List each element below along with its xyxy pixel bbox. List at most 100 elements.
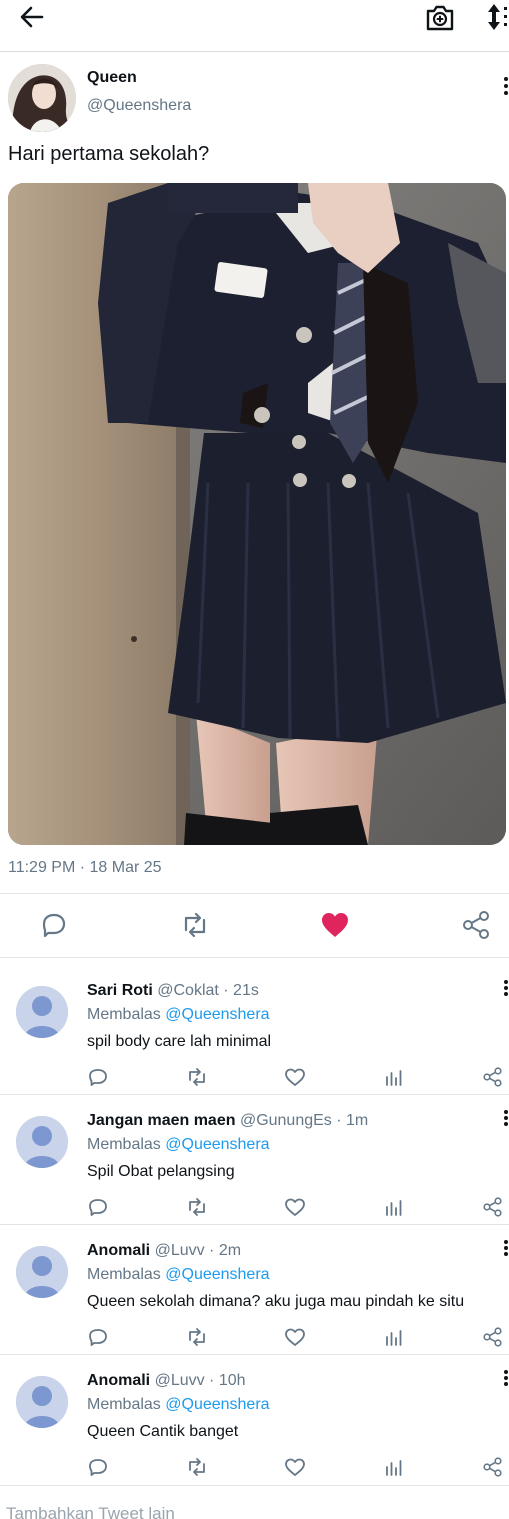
mention-link[interactable]: @Queenshera: [165, 1136, 269, 1153]
reply-retweet-button[interactable]: [185, 1456, 209, 1478]
share-icon: [483, 1327, 502, 1347]
heart-outline-icon: [285, 1198, 305, 1216]
reply-share-button[interactable]: [481, 1196, 505, 1218]
reply-header: Jangan maen maen @GunungEs · 1m: [87, 1112, 368, 1130]
default-avatar-icon: [16, 986, 68, 1038]
reply-author-name[interactable]: Sari Roti: [87, 982, 153, 999]
mention-link[interactable]: @Queenshera: [165, 1266, 269, 1283]
author-name[interactable]: Queen: [87, 69, 137, 87]
reply-more-button[interactable]: [503, 1240, 509, 1260]
replying-to: Membalas @Queenshera: [87, 1396, 270, 1414]
heart-filled-icon: [322, 913, 348, 937]
reply-item[interactable]: Anomali @Luvv · 10h Membalas @Queenshera…: [0, 1350, 509, 1480]
reply-analytics-button[interactable]: [382, 1196, 406, 1218]
reply-comment-button[interactable]: [86, 1066, 110, 1088]
reply-button[interactable]: [37, 908, 71, 942]
comment-icon: [89, 1459, 107, 1476]
reply-analytics-button[interactable]: [382, 1326, 406, 1348]
comment-icon: [89, 1329, 107, 1346]
reply-header: Anomali @Luvv · 10h: [87, 1372, 246, 1390]
like-button[interactable]: [318, 908, 352, 942]
reply-comment-button[interactable]: [86, 1196, 110, 1218]
replying-label: Membalas: [87, 1396, 166, 1413]
back-button[interactable]: [16, 2, 48, 32]
reply-item[interactable]: Sari Roti @Coklat · 21s Membalas @Queens…: [0, 960, 509, 1090]
top-bar: [0, 0, 509, 52]
arrow-left-icon: [20, 6, 44, 28]
divider: [0, 1485, 509, 1486]
comment-icon: [89, 1069, 107, 1086]
divider: [0, 893, 509, 894]
reply-share-button[interactable]: [481, 1456, 505, 1478]
reply-avatar[interactable]: [16, 1246, 68, 1298]
reply-like-button[interactable]: [283, 1456, 307, 1478]
replying-label: Membalas: [87, 1266, 166, 1283]
reply-header: Anomali @Luvv · 2m: [87, 1242, 241, 1260]
reply-avatar[interactable]: [16, 1116, 68, 1168]
share-button[interactable]: [459, 908, 493, 942]
comment-icon: [42, 913, 66, 938]
replying-label: Membalas: [87, 1136, 166, 1153]
retweet-icon: [184, 912, 206, 938]
reply-author-name[interactable]: Anomali: [87, 1372, 150, 1389]
comment-icon: [89, 1199, 107, 1216]
reply-like-button[interactable]: [283, 1196, 307, 1218]
mention-link[interactable]: @Queenshera: [165, 1396, 269, 1413]
tweet-timestamp: 11:29 PM · 18 Mar 25: [8, 859, 162, 876]
retweet-icon: [189, 1328, 205, 1346]
reply-more-button[interactable]: [503, 1110, 509, 1130]
reply-more-button[interactable]: [503, 1370, 509, 1390]
tweet-more-button[interactable]: [503, 77, 509, 97]
reply-author-name[interactable]: Jangan maen maen: [87, 1112, 236, 1129]
replying-to: Membalas @Queenshera: [87, 1266, 270, 1284]
reply-retweet-button[interactable]: [185, 1196, 209, 1218]
retweet-icon: [189, 1458, 205, 1476]
reply-text: Spil Obat pelangsing: [87, 1163, 235, 1180]
reply-retweet-button[interactable]: [185, 1066, 209, 1088]
reply-share-button[interactable]: [481, 1066, 505, 1088]
reply-comment-button[interactable]: [86, 1456, 110, 1478]
reply-text: Queen sekolah dimana? aku juga mau pinda…: [87, 1293, 465, 1310]
reply-handle-time: @GunungEs · 1m: [235, 1112, 369, 1129]
replying-label: Membalas: [87, 1006, 166, 1023]
author-handle[interactable]: @Queenshera: [87, 97, 191, 115]
reply-handle-time: @Luvv · 10h: [150, 1372, 246, 1389]
retweet-button[interactable]: [178, 908, 212, 942]
author-avatar[interactable]: [8, 64, 76, 132]
reply-analytics-button[interactable]: [382, 1066, 406, 1088]
default-avatar-icon: [16, 1376, 68, 1428]
reply-item[interactable]: Anomali @Luvv · 2m Membalas @Queenshera …: [0, 1220, 509, 1350]
retweet-icon: [189, 1068, 205, 1086]
reply-like-button[interactable]: [283, 1066, 307, 1088]
reply-avatar[interactable]: [16, 1376, 68, 1428]
replying-to: Membalas @Queenshera: [87, 1136, 270, 1154]
share-icon: [463, 911, 489, 939]
reply-like-button[interactable]: [283, 1326, 307, 1348]
reply-share-button[interactable]: [481, 1326, 505, 1348]
mention-link[interactable]: @Queenshera: [165, 1006, 269, 1023]
heart-outline-icon: [285, 1068, 305, 1086]
reply-analytics-button[interactable]: [382, 1456, 406, 1478]
sort-arrows-icon: [488, 4, 507, 30]
camera-button[interactable]: [424, 0, 456, 34]
tweet-photo-image: [8, 183, 506, 845]
reply-comment-button[interactable]: [86, 1326, 110, 1348]
reply-retweet-button[interactable]: [185, 1326, 209, 1348]
heart-outline-icon: [285, 1328, 305, 1346]
retweet-icon: [189, 1198, 205, 1216]
share-icon: [483, 1197, 502, 1217]
author-avatar-image: [8, 64, 76, 132]
reply-avatar[interactable]: [16, 986, 68, 1038]
replying-to: Membalas @Queenshera: [87, 1006, 270, 1024]
analytics-icon: [386, 1200, 402, 1216]
analytics-icon: [386, 1070, 402, 1086]
reply-more-button[interactable]: [503, 980, 509, 1000]
compose-tweet-input[interactable]: Tambahkan Tweet lain: [6, 1504, 175, 1519]
default-avatar-icon: [16, 1116, 68, 1168]
sort-button[interactable]: [484, 0, 509, 34]
tweet-photo[interactable]: [8, 183, 506, 845]
reply-author-name[interactable]: Anomali: [87, 1242, 150, 1259]
default-avatar-icon: [16, 1246, 68, 1298]
reply-item[interactable]: Jangan maen maen @GunungEs · 1m Membalas…: [0, 1090, 509, 1220]
tweet-text: Hari pertama sekolah?: [8, 143, 210, 165]
